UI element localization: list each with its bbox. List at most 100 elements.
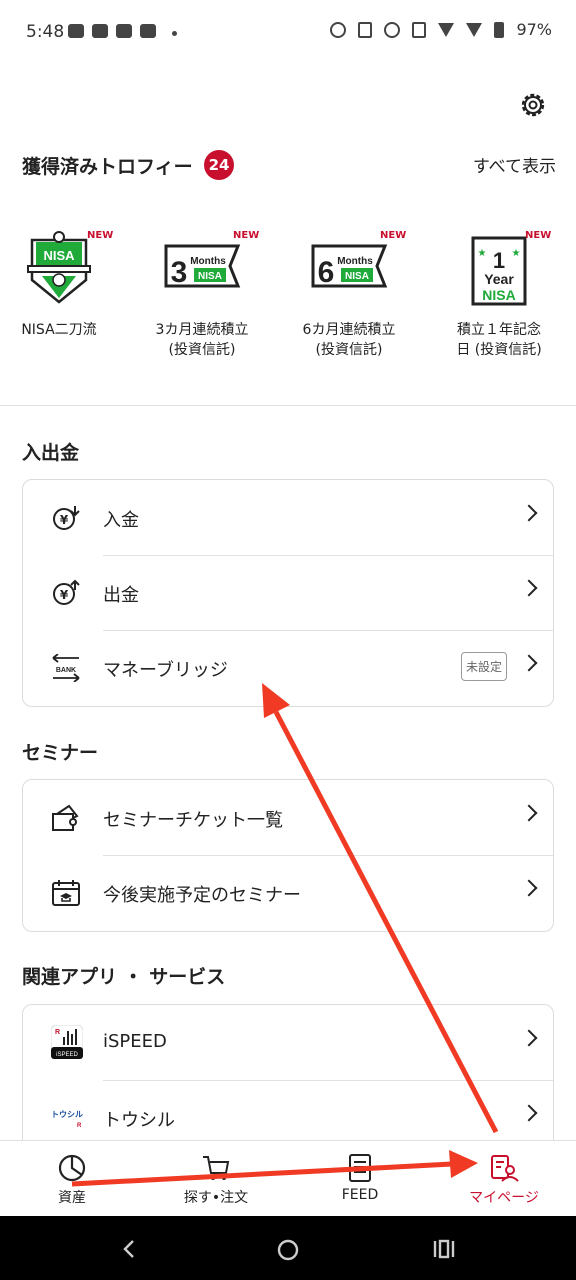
signal-icon xyxy=(466,22,483,37)
seminar-tickets-row[interactable]: セミナーチケット一覧 xyxy=(23,780,553,855)
trophy-label: 6カ月連続積立 (投資信託) xyxy=(302,322,396,358)
trophy-count-badge: 24 xyxy=(204,150,234,180)
svg-text:★: ★ xyxy=(478,248,487,259)
3-months-nisa-trophy-icon: 3 Months NISA xyxy=(164,244,241,289)
svg-text:iSPEED: iSPEED xyxy=(56,1052,78,1058)
deposit-label: 入金 xyxy=(103,510,139,531)
recent-apps-icon[interactable] xyxy=(432,1238,456,1260)
withdraw-row[interactable]: ¥ 出金 xyxy=(23,555,553,630)
trophy-6-months[interactable]: NEW 6 Months NISA 6カ月連続積立 (投資信託) xyxy=(276,228,422,360)
wifi-icon xyxy=(438,22,455,37)
nav-feed[interactable]: FEED xyxy=(288,1153,432,1203)
ispeed-app-icon: R iSPEED xyxy=(51,1025,83,1059)
mypage-profile-icon xyxy=(491,1155,519,1182)
home-icon[interactable] xyxy=(276,1238,300,1262)
trophy-3-months[interactable]: NEW 3 Months NISA 3カ月連続積立 (投資信託) xyxy=(129,228,275,360)
chevron-right-icon xyxy=(520,654,538,672)
section-divider xyxy=(0,405,576,406)
chevron-right-icon xyxy=(520,504,538,522)
chevron-right-icon xyxy=(520,1029,538,1047)
svg-text:NISA: NISA xyxy=(198,271,222,282)
more-notifications-dot xyxy=(172,31,177,36)
svg-text:R: R xyxy=(55,1029,60,1036)
trophy-label: 積立１年記念 日 (投資信託) xyxy=(456,322,542,358)
6-months-nisa-trophy-icon: 6 Months NISA xyxy=(311,244,388,289)
volte-icon xyxy=(412,21,427,38)
show-all-link[interactable]: すべて表示 xyxy=(473,152,556,177)
chevron-right-icon xyxy=(520,1104,538,1122)
withdraw-label: 出金 xyxy=(103,585,139,606)
withdraw-yen-icon: ¥ xyxy=(53,579,80,605)
nav-mypage[interactable]: マイページ xyxy=(432,1153,576,1207)
nav-assets[interactable]: 資産 xyxy=(0,1153,144,1207)
seminar-tickets-label: セミナーチケット一覧 xyxy=(103,810,283,831)
chevron-right-icon xyxy=(520,579,538,597)
svg-text:★: ★ xyxy=(512,248,521,259)
nisa-badge-text: NISA xyxy=(43,248,75,263)
seminar-section-title: セミナー xyxy=(22,742,99,764)
svg-text:¥: ¥ xyxy=(60,513,69,527)
svg-text:NISA: NISA xyxy=(482,287,515,303)
deposit-section-title: 入出金 xyxy=(22,442,80,464)
status-time: 5:48 xyxy=(26,22,65,42)
deposit-row[interactable]: ¥ 入金 xyxy=(23,480,553,555)
ispeed-row[interactable]: R iSPEED iSPEED xyxy=(23,1005,553,1080)
upcoming-seminars-row[interactable]: 今後実施予定のセミナー xyxy=(23,855,553,930)
alarm-icon xyxy=(330,21,347,38)
trophy-1-year[interactable]: NEW 1 ★ ★ Year NISA 積立１年記念 日 (投資信託) xyxy=(426,228,572,360)
back-icon[interactable] xyxy=(118,1238,140,1260)
nav-feed-label: FEED xyxy=(341,1187,379,1203)
new-label: NEW xyxy=(87,230,114,241)
nav-search-order-label: 探す•注文 xyxy=(183,1190,249,1206)
battery-icon xyxy=(494,21,505,38)
svg-text:Months: Months xyxy=(190,256,226,267)
trophy-label: NISA二刀流 xyxy=(21,322,97,338)
toushiru-label: トウシル xyxy=(103,1110,175,1131)
toushiru-app-icon: トウシル R xyxy=(51,1110,83,1129)
apps-section-title: 関連アプリ ・ サービス xyxy=(22,966,226,988)
trophy-header: 獲得済みトロフィー 24 すべて表示 xyxy=(22,150,556,180)
status-bar: 5:48 97% xyxy=(0,0,576,64)
ispeed-label: iSPEED xyxy=(103,1031,167,1052)
svg-text:1: 1 xyxy=(493,248,505,273)
bottom-navigation: 資産 探す•注文 FEED マイページ xyxy=(0,1140,576,1217)
money-bridge-label: マネーブリッジ xyxy=(103,660,228,681)
shopping-cart-icon xyxy=(203,1156,230,1180)
svg-text:6: 6 xyxy=(318,256,335,289)
new-label: NEW xyxy=(380,230,407,241)
bank-transfer-icon: BANK xyxy=(52,654,80,682)
system-status-icons: 97% xyxy=(330,20,552,39)
trophy-section-title: 獲得済みトロフィー xyxy=(22,156,193,178)
deposit-card: ¥ 入金 ¥ 出金 BANK マネーブリッジ 未設定 xyxy=(22,479,554,707)
svg-text:NISA: NISA xyxy=(345,271,369,282)
money-bridge-row[interactable]: BANK マネーブリッジ 未設定 xyxy=(23,630,553,705)
ticket-icon xyxy=(52,804,79,831)
game-controller-icon xyxy=(140,24,156,38)
nav-assets-label: 資産 xyxy=(58,1190,86,1206)
chevron-right-icon xyxy=(520,879,538,897)
nav-mypage-label: マイページ xyxy=(469,1190,539,1206)
do-not-disturb-icon xyxy=(384,21,401,38)
svg-text:R: R xyxy=(77,1123,82,1129)
not-set-tag: 未設定 xyxy=(460,652,507,681)
new-label: NEW xyxy=(233,230,260,241)
chevron-right-icon xyxy=(520,804,538,822)
game-controller-icon xyxy=(68,24,84,38)
pie-chart-icon xyxy=(58,1154,86,1182)
deposit-yen-icon: ¥ xyxy=(53,506,80,530)
svg-text:3: 3 xyxy=(171,256,188,289)
new-label: NEW xyxy=(525,230,552,241)
svg-text:¥: ¥ xyxy=(60,588,69,602)
svg-text:トウシル: トウシル xyxy=(51,1110,83,1119)
vibrate-icon xyxy=(358,21,373,38)
battery-percent: 97% xyxy=(516,20,552,39)
game-controller-icon xyxy=(92,24,108,38)
svg-text:Months: Months xyxy=(337,256,373,267)
trophy-nisa-dual[interactable]: NEW NISA NISA二刀流 xyxy=(0,228,132,340)
calendar-seminar-icon xyxy=(52,880,80,906)
nav-search-order[interactable]: 探す•注文 xyxy=(144,1153,288,1207)
svg-text:BANK: BANK xyxy=(56,667,76,674)
svg-text:Year: Year xyxy=(484,271,514,287)
nisa-shield-trophy-icon: NISA xyxy=(27,231,91,304)
settings-gear-icon[interactable] xyxy=(518,90,548,120)
